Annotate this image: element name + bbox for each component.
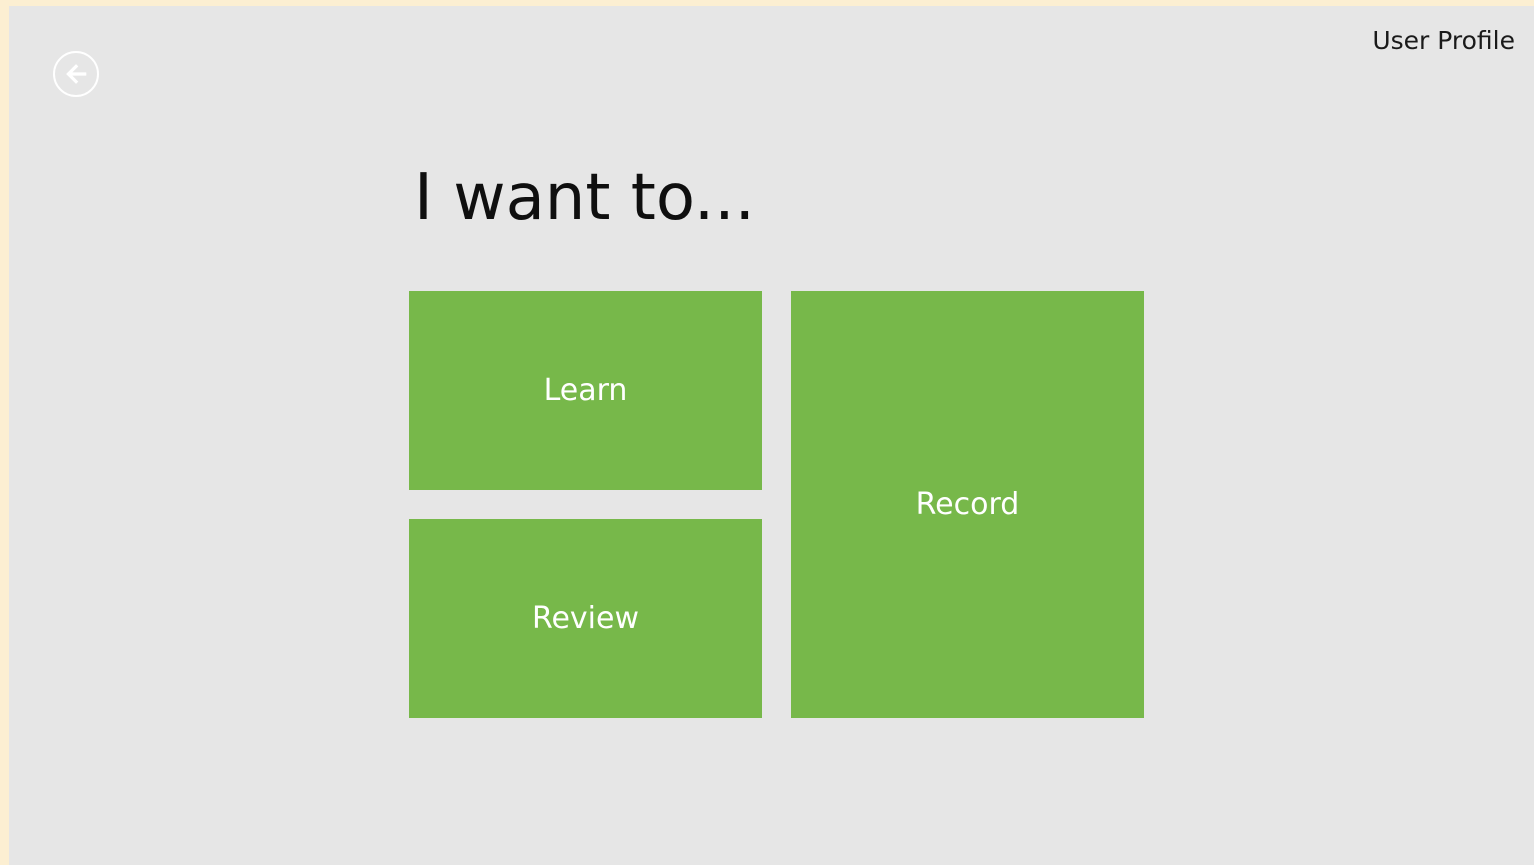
- review-tile[interactable]: Review: [409, 519, 762, 718]
- learn-tile[interactable]: Learn: [409, 291, 762, 490]
- learn-tile-label: Learn: [543, 373, 628, 408]
- arrow-left-icon: [66, 64, 87, 84]
- record-tile-label: Record: [915, 487, 1020, 522]
- app-window: User Profile I want to... Learn Review R…: [9, 6, 1534, 865]
- user-profile-link[interactable]: User Profile: [1372, 26, 1515, 55]
- review-tile-label: Review: [531, 601, 640, 636]
- back-button[interactable]: [53, 51, 99, 97]
- page-title: I want to...: [414, 161, 755, 235]
- record-tile[interactable]: Record: [791, 291, 1144, 718]
